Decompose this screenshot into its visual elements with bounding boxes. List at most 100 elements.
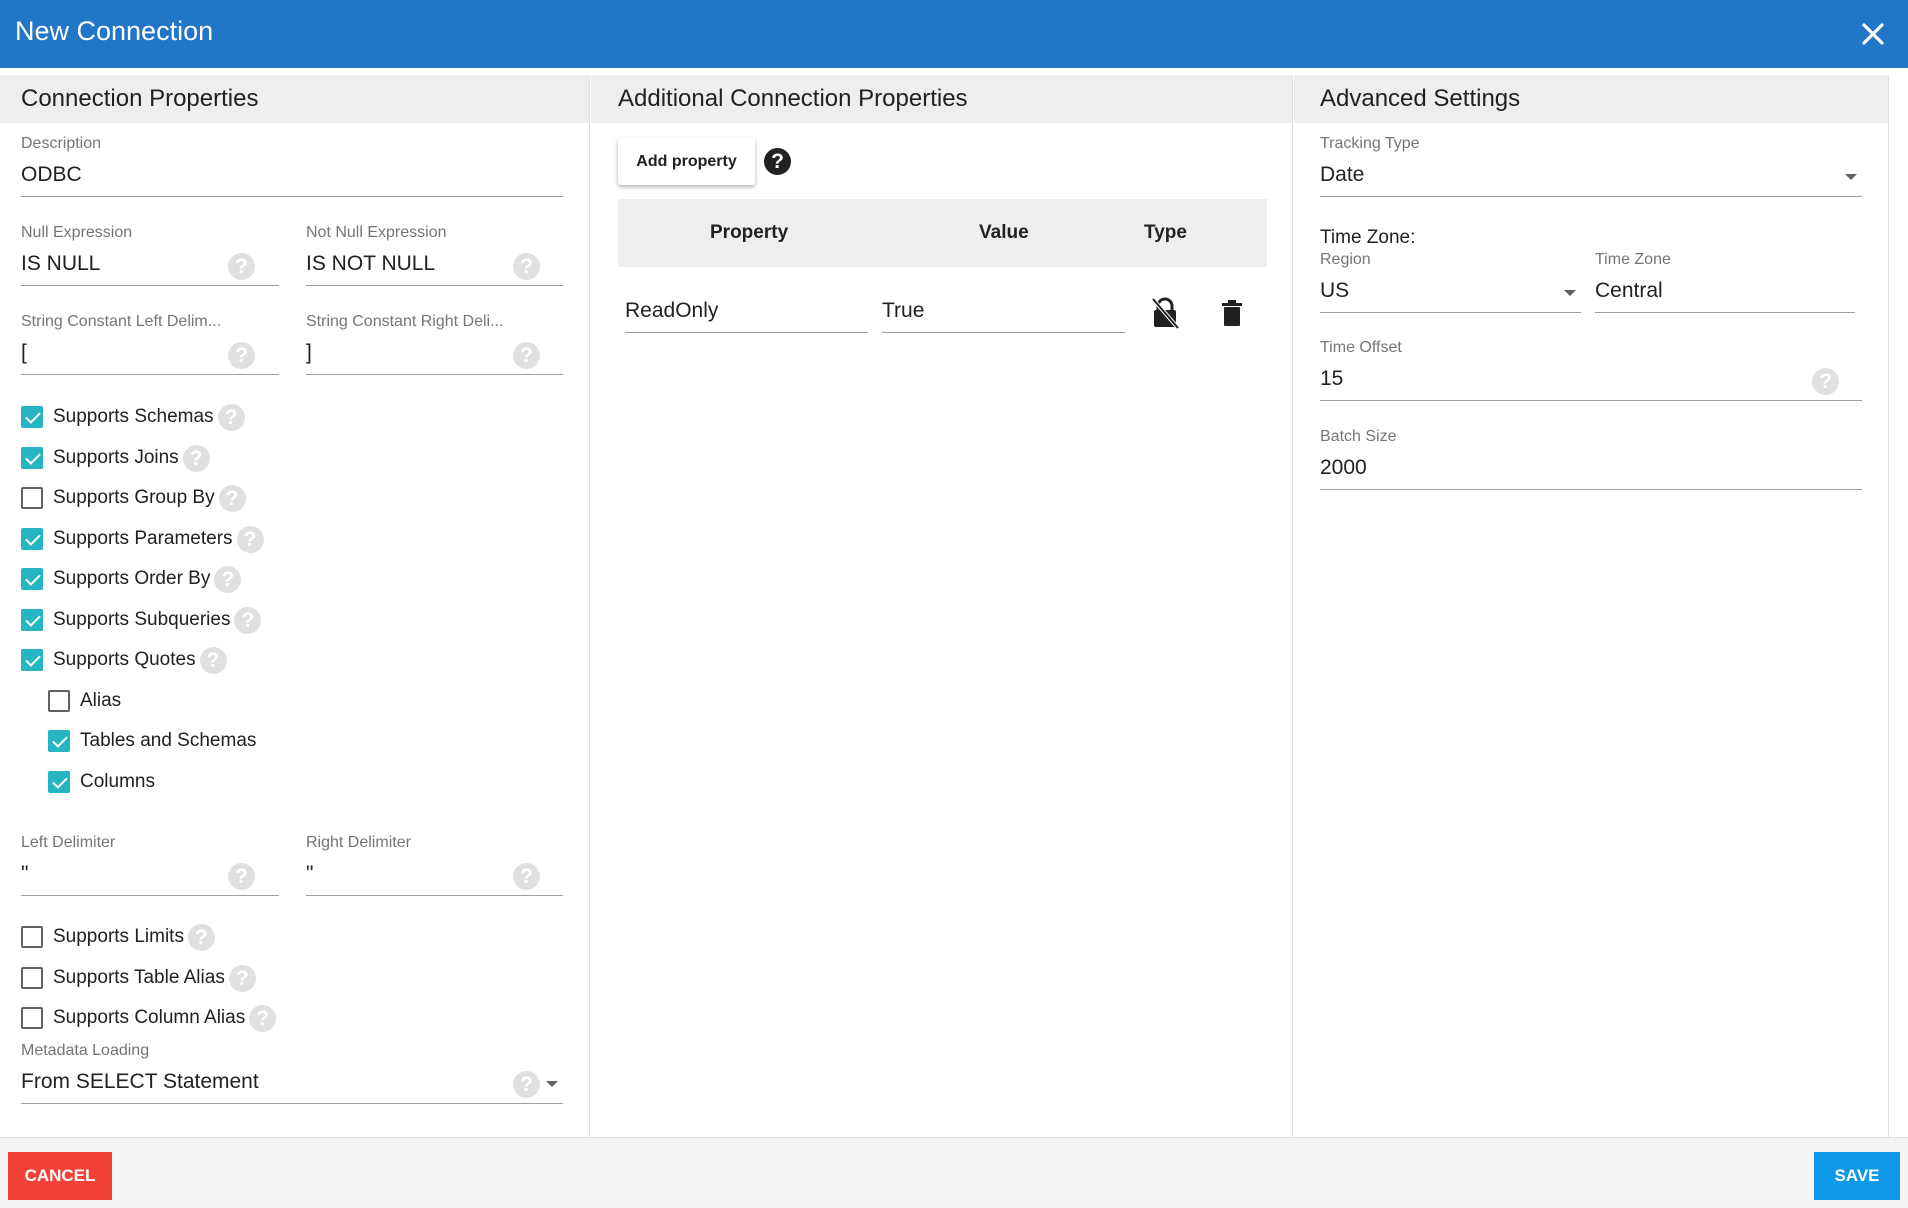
help-icon[interactable]: ? — [764, 148, 791, 175]
null-expression-value[interactable]: IS NULL — [21, 252, 100, 276]
help-icon[interactable]: ? — [236, 525, 264, 553]
not-null-expression-field[interactable]: Not Null Expression IS NOT NULL ? — [306, 224, 563, 287]
tracking-type-underline — [1320, 196, 1862, 197]
property-name-input[interactable]: ReadOnly — [625, 297, 868, 333]
checkbox-supports-parameters[interactable]: Supports Parameters ? — [21, 524, 264, 554]
help-icon[interactable]: ? — [513, 342, 540, 369]
checkbox-box[interactable] — [21, 1007, 43, 1029]
help-icon[interactable]: ? — [218, 484, 246, 512]
checkbox-supports-quotes[interactable]: Supports Quotes ? — [21, 645, 227, 675]
chevron-down-icon[interactable] — [546, 1081, 558, 1087]
batch-size-value[interactable]: 2000 — [1320, 456, 1367, 480]
checkbox-box[interactable] — [48, 730, 70, 752]
checkbox-box[interactable] — [48, 690, 70, 712]
checkbox-label: Supports Table Alias — [53, 967, 225, 988]
string-right-delimiter-field[interactable]: String Constant Right Deli... ] ? — [306, 313, 563, 376]
help-icon[interactable]: ? — [1812, 368, 1839, 395]
help-icon[interactable]: ? — [182, 444, 210, 472]
save-button[interactable]: SAVE — [1814, 1152, 1900, 1200]
checkbox-quote-alias[interactable]: Alias — [48, 686, 121, 716]
checkbox-box[interactable] — [21, 926, 43, 948]
tracking-type-value[interactable]: Date — [1320, 163, 1364, 187]
left-delimiter-field[interactable]: Left Delimiter " ? — [21, 834, 279, 897]
checkbox-box[interactable] — [21, 649, 43, 671]
left-delimiter-value[interactable]: " — [21, 862, 28, 886]
null-expression-field[interactable]: Null Expression IS NULL ? — [21, 224, 279, 287]
chevron-down-icon[interactable] — [1845, 174, 1857, 180]
metadata-loading-value[interactable]: From SELECT Statement — [21, 1070, 259, 1094]
metadata-loading-select[interactable]: Metadata Loading From SELECT Statement ? — [21, 1042, 563, 1105]
batch-size-label: Batch Size — [1320, 428, 1397, 445]
checkbox-supports-subqueries[interactable]: Supports Subqueries ? — [21, 605, 262, 635]
property-value-input[interactable]: True — [882, 297, 1125, 333]
description-field[interactable]: Description ODBC — [21, 135, 563, 198]
checkbox-box[interactable] — [21, 447, 43, 469]
region-value[interactable]: US — [1320, 279, 1349, 303]
checkbox-supports-order-by[interactable]: Supports Order By ? — [21, 564, 242, 594]
checkbox-label: Supports Column Alias — [53, 1007, 246, 1028]
time-offset-value[interactable]: 15 — [1320, 367, 1343, 391]
batch-size-field[interactable]: Batch Size 2000 — [1320, 428, 1862, 491]
help-icon[interactable]: ? — [187, 923, 215, 951]
checkbox-supports-table-alias[interactable]: Supports Table Alias ? — [21, 963, 256, 993]
right-delimiter-field[interactable]: Right Delimiter " ? — [306, 834, 563, 897]
trash-icon[interactable] — [1222, 300, 1242, 326]
help-icon[interactable]: ? — [234, 606, 262, 634]
help-icon[interactable]: ? — [513, 253, 540, 280]
checkbox-box[interactable] — [48, 771, 70, 793]
right-delimiter-value[interactable]: " — [306, 862, 313, 886]
add-property-button[interactable]: Add property — [618, 138, 755, 185]
metadata-loading-label: Metadata Loading — [21, 1042, 150, 1059]
help-icon[interactable]: ? — [228, 342, 255, 369]
checkbox-box[interactable] — [21, 487, 43, 509]
scrollbar-track[interactable] — [1888, 75, 1889, 1137]
checkbox-supports-schemas[interactable]: Supports Schemas ? — [21, 402, 245, 432]
help-icon[interactable]: ? — [249, 1004, 277, 1032]
help-icon[interactable]: ? — [199, 646, 227, 674]
help-icon[interactable]: ? — [513, 863, 540, 890]
checkbox-supports-joins[interactable]: Supports Joins ? — [21, 443, 210, 473]
checkbox-quote-tables-and-schemas[interactable]: Tables and Schemas — [48, 726, 256, 756]
metadata-loading-underline — [21, 1103, 563, 1104]
checkbox-supports-column-alias[interactable]: Supports Column Alias ? — [21, 1003, 277, 1033]
property-name-value[interactable]: ReadOnly — [625, 299, 718, 323]
checkbox-quote-columns[interactable]: Columns — [48, 767, 155, 797]
null-expression-label: Null Expression — [21, 224, 133, 241]
checkbox-box[interactable] — [21, 528, 43, 550]
time-zone-value[interactable]: Central — [1595, 279, 1663, 303]
help-icon[interactable]: ? — [214, 565, 242, 593]
not-null-expression-value[interactable]: IS NOT NULL — [306, 252, 435, 276]
dialog-titlebar: New Connection — [0, 0, 1908, 68]
checkbox-label: Supports Group By — [53, 487, 215, 508]
close-icon[interactable] — [1856, 17, 1890, 51]
property-value-value[interactable]: True — [882, 299, 924, 323]
help-icon[interactable]: ? — [217, 403, 245, 431]
string-left-delimiter-field[interactable]: String Constant Left Delim... [ ? — [21, 313, 279, 376]
checkbox-label: Supports Order By — [53, 568, 211, 589]
string-right-delimiter-value[interactable]: ] — [306, 341, 312, 365]
checkbox-box[interactable] — [21, 967, 43, 989]
help-icon[interactable]: ? — [228, 253, 255, 280]
tracking-type-select[interactable]: Tracking Type Date — [1320, 135, 1862, 198]
checkbox-supports-group-by[interactable]: Supports Group By ? — [21, 483, 246, 513]
description-value[interactable]: ODBC — [21, 163, 82, 187]
chevron-down-icon[interactable] — [1564, 290, 1576, 296]
checkbox-label: Supports Subqueries — [53, 609, 231, 630]
lock-off-icon[interactable] — [1151, 297, 1180, 330]
help-icon[interactable]: ? — [228, 964, 256, 992]
checkbox-supports-limits[interactable]: Supports Limits ? — [21, 922, 215, 952]
cancel-button[interactable]: CANCEL — [8, 1152, 112, 1200]
string-right-delimiter-label: String Constant Right Deli... — [306, 313, 504, 330]
region-select[interactable]: Region US — [1320, 251, 1581, 314]
checkbox-label: Tables and Schemas — [80, 730, 257, 751]
time-offset-field[interactable]: Time Offset 15 ? — [1320, 339, 1862, 402]
description-underline — [21, 196, 563, 197]
property-value-underline — [882, 332, 1125, 333]
string-left-delimiter-value[interactable]: [ — [21, 341, 27, 365]
checkbox-box[interactable] — [21, 406, 43, 428]
help-icon[interactable]: ? — [513, 1071, 540, 1098]
checkbox-box[interactable] — [21, 568, 43, 590]
time-zone-field[interactable]: Time Zone Central — [1595, 251, 1855, 314]
help-icon[interactable]: ? — [228, 863, 255, 890]
checkbox-box[interactable] — [21, 609, 43, 631]
